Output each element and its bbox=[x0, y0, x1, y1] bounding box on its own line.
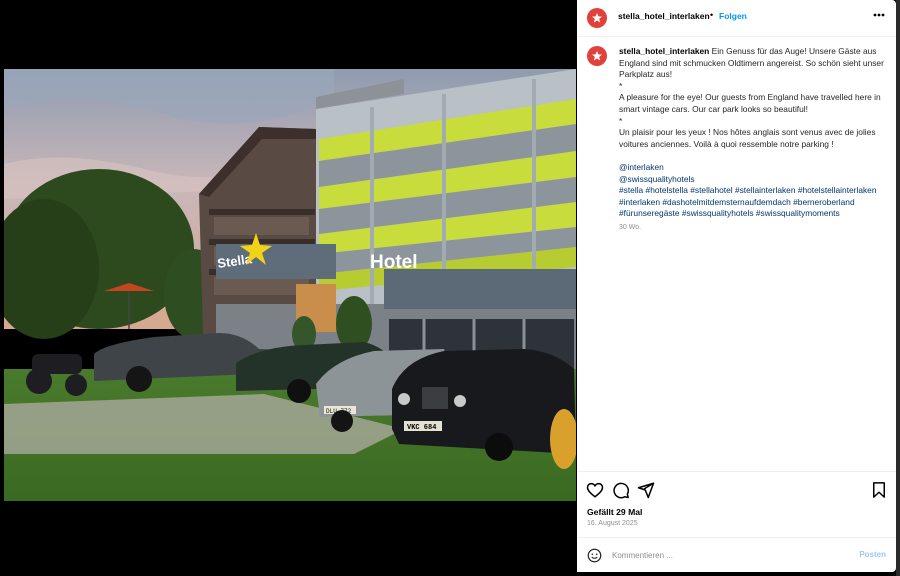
caption-avatar[interactable] bbox=[587, 46, 607, 66]
hashtag-link[interactable]: #stellahotel bbox=[690, 185, 732, 195]
plate-front: VKC 684 bbox=[407, 424, 436, 432]
hashtag-link[interactable]: #interlaken bbox=[619, 197, 660, 207]
post-photo: Hotel Stella DLU VKC 684 bbox=[4, 69, 576, 501]
caption-english: A pleasure for the eye! Our guests from … bbox=[619, 92, 881, 114]
hashtag-link[interactable]: #berneroberland bbox=[793, 197, 854, 207]
post-side-panel: stella_hotel_interlaken • Folgen stella_… bbox=[577, 0, 896, 572]
header-username[interactable]: stella_hotel_interlaken bbox=[618, 11, 710, 21]
hashtag-link[interactable]: #hotelstella bbox=[646, 185, 688, 195]
comment-bar: Posten bbox=[577, 537, 896, 572]
window-edge bbox=[896, 0, 900, 576]
hashtag-link[interactable]: #stellainterlaken bbox=[735, 185, 796, 195]
hashtag-link[interactable]: #swissqualitymoments bbox=[756, 208, 840, 218]
hotel-sign: Hotel bbox=[370, 252, 418, 273]
mention-link[interactable]: @swissqualityhotels bbox=[619, 174, 695, 184]
post-date: 16. August 2025 bbox=[587, 520, 638, 527]
post-comment-button[interactable]: Posten bbox=[859, 550, 886, 559]
star-logo-icon bbox=[592, 51, 602, 61]
caption-tags: @interlaken @swissqualityhotels #stella … bbox=[619, 162, 885, 220]
follow-button[interactable]: Folgen bbox=[719, 11, 747, 21]
caption-star-1: * bbox=[619, 80, 623, 91]
emoji-icon[interactable] bbox=[587, 548, 602, 563]
caption-time[interactable]: 30 Wo. bbox=[619, 222, 885, 234]
post-modal: Hotel Stella DLU VKC 684 stella_hotel_in… bbox=[0, 0, 900, 576]
more-options-icon[interactable] bbox=[872, 8, 886, 22]
caption-username[interactable]: stella_hotel_interlaken bbox=[619, 46, 709, 56]
hashtag-link[interactable]: #hotelstellainterlaken bbox=[798, 185, 877, 195]
post-media: Hotel Stella DLU VKC 684 bbox=[0, 0, 576, 576]
post-header: stella_hotel_interlaken • Folgen bbox=[577, 0, 896, 37]
star-logo-icon bbox=[592, 13, 602, 23]
comment-input[interactable] bbox=[612, 548, 832, 563]
caption-french: Un plaisir pour les yeux ! Nos hôtes ang… bbox=[619, 127, 876, 149]
heart-icon[interactable] bbox=[586, 481, 604, 499]
caption-text: stella_hotel_interlaken Ein Genuss für d… bbox=[619, 46, 885, 234]
hashtag-link[interactable]: #fürunseregäste bbox=[619, 208, 680, 218]
comment-icon[interactable] bbox=[612, 481, 630, 499]
hashtag-link[interactable]: #stella bbox=[619, 185, 643, 195]
caption-star-2: * bbox=[619, 115, 623, 126]
mention-link[interactable]: @interlaken bbox=[619, 162, 664, 172]
separator-dot: • bbox=[710, 10, 714, 20]
hashtag-link[interactable]: #swissqualityhotels bbox=[682, 208, 754, 218]
bookmark-icon[interactable] bbox=[870, 481, 888, 499]
likes-count[interactable]: Gefällt 29 Mal bbox=[587, 507, 642, 517]
share-icon[interactable] bbox=[637, 481, 655, 499]
avatar[interactable] bbox=[587, 8, 607, 28]
hashtag-link[interactable]: #dashotelmitdemsternaufdemdach bbox=[662, 197, 791, 207]
